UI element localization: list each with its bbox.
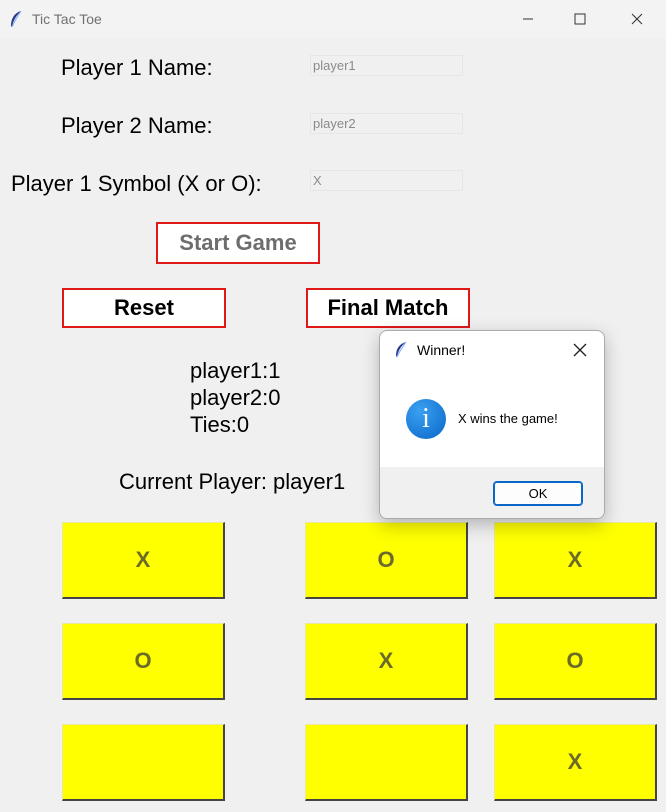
ties-score: Ties:0 [190, 412, 250, 437]
player1-symbol-label: Player 1 Symbol (X or O): [11, 171, 262, 196]
player1-symbol-input[interactable]: X [310, 170, 463, 191]
board-cell-7[interactable] [62, 724, 225, 801]
player1-score: player1:1 [190, 358, 281, 383]
player2-score: player2:0 [190, 385, 281, 410]
board-cell-8[interactable] [305, 724, 468, 801]
board-cell-2[interactable]: O [305, 522, 468, 599]
board-cell-9[interactable]: X [494, 724, 657, 801]
board-cell-4[interactable]: O [62, 623, 225, 700]
dialog-body: i X wins the game! [380, 369, 604, 467]
maximize-icon [574, 13, 586, 25]
dialog-message: X wins the game! [458, 411, 558, 426]
board-cell-1[interactable]: X [62, 522, 225, 599]
current-player-label: Current Player: player1 [119, 469, 346, 494]
maximize-button[interactable] [557, 0, 603, 38]
start-game-button[interactable]: Start Game [156, 222, 320, 264]
final-match-button[interactable]: Final Match [306, 288, 470, 328]
player2-name-label: Player 2 Name: [61, 113, 213, 138]
feather-icon [11, 10, 22, 28]
board-cell-5[interactable]: X [305, 623, 468, 700]
close-icon[interactable] [572, 342, 588, 358]
window-title: Tic Tac Toe [32, 11, 102, 27]
player1-name-label: Player 1 Name: [61, 55, 213, 80]
board-cell-6[interactable]: O [494, 623, 657, 700]
close-icon [631, 13, 643, 25]
player1-name-input[interactable]: player1 [310, 55, 463, 76]
dialog-footer: OK [380, 467, 604, 518]
minimize-button[interactable] [505, 0, 551, 38]
player2-name-input[interactable]: player2 [310, 113, 463, 134]
info-icon: i [406, 399, 446, 439]
dialog-title: Winner! [417, 342, 466, 358]
minimize-icon [523, 18, 533, 20]
reset-button[interactable]: Reset [62, 288, 226, 328]
feather-icon [396, 341, 407, 358]
winner-dialog: Winner! i X wins the game! OK [379, 330, 605, 519]
board-cell-3[interactable]: X [494, 522, 657, 599]
ok-button[interactable]: OK [493, 481, 583, 506]
close-button[interactable] [614, 0, 660, 38]
title-bar: Tic Tac Toe [0, 0, 666, 38]
